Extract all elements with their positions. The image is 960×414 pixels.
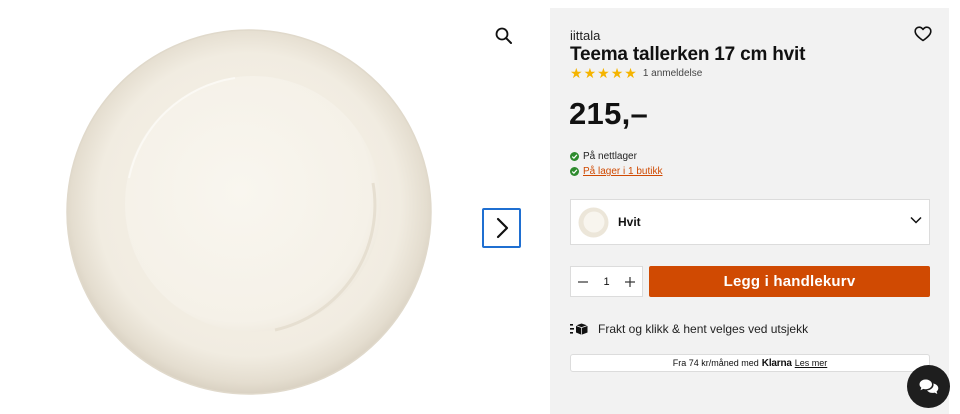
reviews-link[interactable]: 1 anmeldelse <box>643 68 702 79</box>
shipping-info: Frakt og klikk & hent velges ved utsjekk <box>570 322 808 336</box>
zoom-button[interactable] <box>492 24 516 48</box>
star-icon: ★ <box>597 65 610 81</box>
product-info-panel: iittala Teema tallerken 17 cm hvit ★ ★ ★… <box>550 8 949 414</box>
search-icon <box>495 27 512 44</box>
stock-online-label: På nettlager <box>583 151 637 162</box>
product-gallery <box>0 0 550 414</box>
star-icon: ★ <box>610 65 624 81</box>
check-circle-icon <box>570 152 579 161</box>
brand-name[interactable]: iittala <box>570 28 600 43</box>
chevron-down-icon <box>910 216 922 224</box>
product-rating[interactable]: ★ ★ ★ ★ ★ 1 anmeldelse <box>570 66 702 80</box>
star-icon: ★ <box>570 65 583 81</box>
product-image[interactable] <box>65 28 433 396</box>
variant-label: Hvit <box>618 215 641 229</box>
klarna-read-more-link[interactable]: Les mer <box>795 358 828 368</box>
quantity-stepper: 1 <box>570 266 643 297</box>
add-to-cart-button[interactable]: Legg i handlekurv <box>649 266 930 297</box>
decrease-quantity-button[interactable] <box>576 275 590 289</box>
klarna-banner: Fra 74 kr/måned med Klarna Les mer <box>570 354 930 372</box>
variant-selector[interactable]: Hvit <box>570 199 930 245</box>
shipping-text: Frakt og klikk & hent velges ved utsjekk <box>598 322 809 336</box>
stock-online: På nettlager <box>570 151 637 162</box>
star-icon: ★ <box>624 65 637 81</box>
chat-button[interactable] <box>907 365 950 408</box>
plus-icon <box>625 276 635 287</box>
product-price: 215,– <box>569 96 649 131</box>
check-circle-icon <box>570 167 579 176</box>
increase-quantity-button[interactable] <box>623 275 637 289</box>
quantity-value[interactable]: 1 <box>603 276 609 288</box>
stock-in-store[interactable]: På lager i 1 butikk <box>570 166 663 177</box>
star-icon: ★ <box>583 65 597 81</box>
minus-icon <box>578 280 588 283</box>
next-image-button[interactable] <box>482 208 521 248</box>
favorite-button[interactable] <box>914 26 932 42</box>
package-icon <box>570 323 588 335</box>
product-title: Teema tallerken 17 cm hvit <box>570 44 806 65</box>
chevron-right-icon <box>496 217 508 239</box>
stock-in-store-link[interactable]: På lager i 1 butikk <box>583 166 663 177</box>
chat-icon <box>919 379 938 394</box>
klarna-text: Fra 74 kr/måned med <box>672 358 759 368</box>
variant-thumbnail <box>578 207 609 237</box>
heart-icon <box>914 26 932 42</box>
klarna-logo: Klarna <box>761 357 792 369</box>
